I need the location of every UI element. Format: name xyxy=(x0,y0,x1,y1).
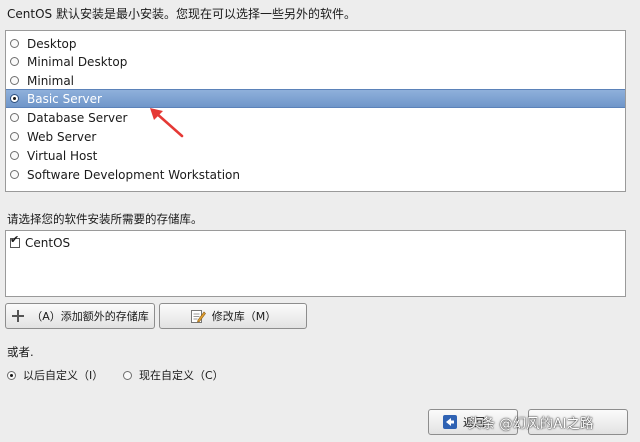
option-label: Basic Server xyxy=(27,91,102,106)
option-basic-server[interactable]: Basic Server xyxy=(6,89,625,108)
option-web-server[interactable]: Web Server xyxy=(6,127,625,146)
or-label: 或者. xyxy=(7,345,34,359)
checkbox-icon[interactable]: ✔ xyxy=(10,234,20,248)
radio-icon[interactable] xyxy=(10,94,19,103)
customize-now-option[interactable]: 现在自定义（C） xyxy=(123,367,224,383)
radio-icon[interactable] xyxy=(10,39,19,48)
arrow-left-icon xyxy=(443,415,457,429)
radio-icon[interactable] xyxy=(123,370,132,380)
option-minimal-desktop[interactable]: Minimal Desktop xyxy=(6,52,625,71)
option-label: Web Server xyxy=(27,129,97,144)
option-desktop[interactable]: Desktop xyxy=(6,34,625,53)
add-repo-label: （A）添加额外的存储库 xyxy=(31,310,149,323)
customize-later-label: 以后自定义（I） xyxy=(23,369,104,382)
option-label: Desktop xyxy=(27,36,77,51)
option-virtual-host[interactable]: Virtual Host xyxy=(6,146,625,165)
repo-item-centos[interactable]: ✔ CentOS xyxy=(10,234,71,250)
radio-icon[interactable] xyxy=(10,151,19,160)
radio-icon[interactable] xyxy=(10,170,19,179)
option-minimal[interactable]: Minimal xyxy=(6,71,625,90)
radio-icon[interactable] xyxy=(10,76,19,85)
repo-label: CentOS xyxy=(25,236,71,250)
repository-list[interactable]: ✔ CentOS xyxy=(5,230,626,297)
intro-text: CentOS 默认安装是最小安装。您现在可以选择一些另外的软件。 xyxy=(7,7,356,21)
customize-later-option[interactable]: 以后自定义（I） xyxy=(7,367,103,383)
option-label: Virtual Host xyxy=(27,148,98,163)
radio-icon[interactable] xyxy=(7,370,16,380)
option-software-development-workstation[interactable]: Software Development Workstation xyxy=(6,165,625,184)
red-arrow-annotation-icon xyxy=(150,108,184,138)
option-database-server[interactable]: Database Server xyxy=(6,108,625,127)
repo-caption: 请选择您的软件安装所需要的存储库。 xyxy=(7,212,203,226)
option-label: Minimal Desktop xyxy=(27,54,128,69)
plus-icon xyxy=(11,309,25,323)
watermark: 头条 @幻风的AI之路 xyxy=(468,416,594,432)
install-options-list[interactable]: Desktop Minimal Desktop Minimal Basic Se… xyxy=(5,30,626,192)
customize-now-label: 现在自定义（C） xyxy=(139,369,224,382)
radio-icon[interactable] xyxy=(10,132,19,141)
option-label: Database Server xyxy=(27,110,128,125)
edit-repo-button[interactable]: 修改库（M） xyxy=(159,303,307,329)
installer-package-selection: CentOS 默认安装是最小安装。您现在可以选择一些另外的软件。 Desktop… xyxy=(0,0,640,442)
option-label: Software Development Workstation xyxy=(27,167,240,182)
edit-repo-label: 修改库（M） xyxy=(211,310,277,323)
add-repo-button[interactable]: （A）添加额外的存储库 xyxy=(5,303,155,329)
radio-icon[interactable] xyxy=(10,57,19,66)
radio-icon[interactable] xyxy=(10,113,19,122)
edit-document-icon xyxy=(190,308,206,324)
option-label: Minimal xyxy=(27,73,75,88)
